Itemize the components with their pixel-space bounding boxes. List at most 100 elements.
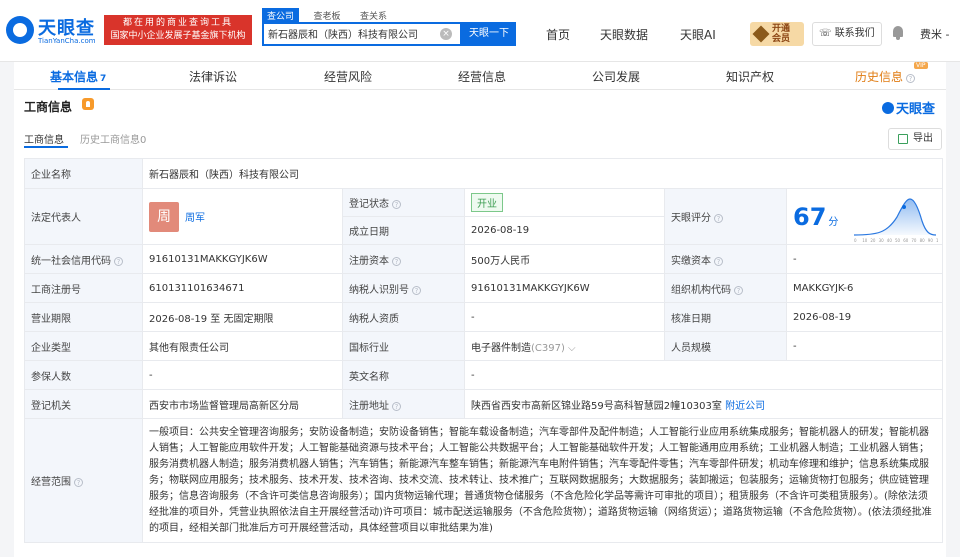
help-icon[interactable]: ? (714, 256, 723, 266)
table-row: 营业期限 2026-08-19 至 无固定期限 纳税人资质 - 核准日期 202… (24, 302, 944, 332)
tab-development[interactable]: 公司发展 (592, 68, 640, 85)
x-tick-label: 100 (936, 238, 938, 243)
term: 2026-08-19 至 无固定期限 (142, 302, 343, 332)
search-tab-company[interactable]: 查公司 (262, 8, 300, 23)
score-label-cell: 天眼评分? (664, 188, 787, 245)
help-icon[interactable]: ? (734, 285, 743, 295)
subtab-underline (24, 146, 68, 148)
table-row: 法定代表人 周周军 登记状态? 开业 天眼评分? 67 分 0 10 20 30 40 50… (24, 188, 944, 245)
scope-label-cell: 经营范围? (24, 418, 143, 543)
score-unit: 分 (828, 216, 839, 228)
tab-history[interactable]: 历史信息? (855, 68, 916, 85)
nav-ai[interactable]: 天眼AI (680, 26, 716, 43)
search-type-tabs: 查公司 查老板 查关系 (262, 8, 398, 23)
diamond-icon (752, 25, 770, 43)
vip-tag: VIP (914, 62, 928, 69)
subtab-history-business-info[interactable]: 历史工商信息0 (80, 131, 146, 146)
tab-basic-info[interactable]: 基本信息 7 (50, 68, 106, 85)
logo-eye-icon (6, 16, 34, 44)
term-label: 营业期限 (24, 302, 143, 332)
paid-capital-label-cell: 实缴资本? (664, 244, 787, 274)
address-cell: 陕西省西安市高新区锦业路59号高科智慧园2幢10303室 附近公司 (463, 389, 944, 419)
table-row: 工商注册号 610131101634671 纳税人识别号? 91610131MA… (24, 273, 944, 303)
reg-no: 610131101634671 (142, 273, 343, 303)
open-vip-button[interactable]: 开通 会员 (750, 22, 804, 46)
nav-data[interactable]: 天眼数据 (600, 26, 648, 43)
help-icon[interactable]: ? (392, 401, 401, 411)
authority-label: 登记机关 (24, 389, 143, 419)
tab-lawsuits[interactable]: 法律诉讼 (189, 68, 237, 85)
tab-ip[interactable]: 知识产权 (726, 68, 774, 85)
approve-date-label: 核准日期 (664, 302, 787, 332)
x-tick-label: 10 (862, 238, 868, 243)
x-tick-label: 50 (895, 238, 901, 243)
help-icon[interactable]: ? (392, 256, 401, 266)
table-row: 登记机关 西安市市场监督管理局高新区分局 注册地址? 陕西省西安市高新区锦业路5… (24, 389, 944, 419)
help-icon[interactable]: ? (114, 256, 123, 266)
taxpayer-id: 91610131MAKKGYJK6W (464, 273, 665, 303)
chevron-down-icon: ⌵ (564, 342, 576, 354)
hot-icon (82, 98, 94, 110)
tab-risk[interactable]: 经营风险 (324, 68, 372, 85)
x-tick-label: 30 (879, 238, 885, 243)
table-row: 经营范围? 一般项目：公共安全管理咨询服务；安防设备制造；安防设备销售；智能车载… (24, 418, 944, 543)
org-code-label-cell: 组织机构代码? (664, 273, 787, 303)
industry-cell[interactable]: 电子器件制造(C397) ⌵ (464, 331, 665, 361)
help-icon[interactable]: ? (74, 478, 83, 487)
brand-watermark: 天眼查 (882, 98, 935, 117)
search-tab-relation[interactable]: 查关系 (355, 8, 392, 23)
taxpayer-qual: - (464, 302, 665, 332)
phone-icon: ☏ (819, 28, 835, 39)
table-row: 企业名称 新石器辰和（陕西）科技有限公司 (24, 158, 944, 189)
x-tick-label: 60 (903, 238, 909, 243)
distribution-area (854, 199, 937, 235)
help-icon[interactable]: ? (714, 214, 723, 223)
help-icon[interactable]: ? (412, 285, 421, 295)
company-name-label: 企业名称 (24, 158, 143, 189)
en-name-label: 英文名称 (342, 360, 465, 390)
x-tick-label: 70 (911, 238, 917, 243)
credit-code-label-cell: 统一社会信用代码? (24, 244, 143, 274)
export-button[interactable]: 导出 (888, 128, 942, 150)
help-icon: ? (906, 74, 916, 83)
search-input[interactable] (268, 28, 438, 39)
address: 陕西省西安市高新区锦业路59号高科智慧园2幢10303室 (471, 400, 722, 412)
subtab-business-info[interactable]: 工商信息 (24, 131, 64, 146)
nearby-companies-link[interactable]: 附近公司 (725, 401, 765, 412)
business-info-panel: 工商信息 天眼查 工商信息 历史工商信息0 导出 企业名称 新石器辰和（陕西）科… (14, 90, 946, 557)
contact-label: 联系我们 (834, 28, 875, 39)
reg-status-cell: 开业 (464, 188, 665, 217)
en-name: - (463, 360, 944, 390)
user-menu[interactable]: 费米 - (920, 26, 949, 42)
x-tick-label: 90 (928, 238, 934, 243)
insured: - (142, 360, 343, 390)
contact-us-button[interactable]: ☏ 联系我们 (812, 22, 882, 46)
nav-home[interactable]: 首页 (546, 26, 570, 43)
main-tabs: 基本信息 7 法律诉讼 经营风险 经营信息 公司发展 知识产权 历史信息? VIP (14, 62, 946, 90)
found-date-label: 成立日期 (342, 216, 465, 245)
search-button[interactable]: 天眼一下 (462, 22, 516, 46)
slogan-banner: 都在用的商业查询工具 国家中小企业发展子基金旗下机构 (104, 15, 252, 45)
business-info-table: 企业名称 新石器辰和（陕西）科技有限公司 法定代表人 周周军 登记状态? 开业 … (24, 158, 944, 543)
top-header: 天眼查 TianYanCha.com 都在用的商业查询工具 国家中小企业发展子基… (0, 0, 960, 62)
search-tab-boss[interactable]: 查老板 (309, 8, 346, 23)
slogan-line-2: 国家中小企业发展子基金旗下机构 (110, 31, 246, 41)
legal-rep-label: 法定代表人 (24, 188, 143, 245)
help-icon[interactable]: ? (392, 200, 401, 209)
vip-label-2: 会员 (772, 34, 791, 44)
company-type: 其他有限责任公司 (142, 331, 343, 361)
legal-rep-link[interactable]: 周军 (185, 213, 205, 224)
clear-icon[interactable]: × (440, 28, 452, 40)
tab-operation[interactable]: 经营信息 (458, 68, 506, 85)
staff-label: 人员规模 (664, 331, 787, 361)
approve-date: 2026-08-19 (785, 302, 944, 332)
industry-code: (C397) (531, 342, 565, 354)
score-cell[interactable]: 67分 0 102030405060708090100 (785, 188, 944, 245)
insured-label: 参保人数 (24, 360, 143, 390)
site-logo[interactable]: 天眼查 TianYanCha.com (6, 14, 102, 48)
reg-status-label-cell: 登记状态? (342, 188, 465, 217)
reg-no-label: 工商注册号 (24, 273, 143, 303)
bell-icon[interactable] (892, 26, 904, 40)
reg-capital: 500万人民币 (464, 244, 665, 274)
credit-code: 91610131MAKKGYJK6W (142, 244, 343, 274)
